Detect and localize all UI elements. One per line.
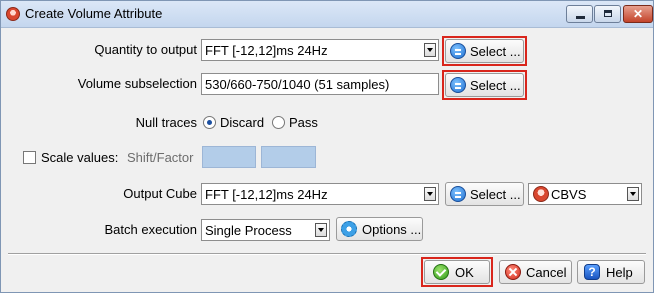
gear-icon xyxy=(341,221,357,237)
cancel-button-label: Cancel xyxy=(526,265,567,280)
volume-value: 530/660-750/1040 (51 samples) xyxy=(205,77,390,92)
survey-select[interactable]: CBVS xyxy=(528,183,642,205)
output-cube-value: FFT [-12,12]ms 24Hz xyxy=(205,187,328,202)
batch-execution-label: Batch execution xyxy=(104,222,197,237)
maximize-icon xyxy=(604,10,612,17)
select-icon xyxy=(450,186,466,202)
checkmark-icon xyxy=(433,264,449,280)
shift-input[interactable] xyxy=(202,146,256,168)
select-icon xyxy=(450,77,466,93)
maximize-button[interactable] xyxy=(594,5,621,23)
factor-input[interactable] xyxy=(261,146,316,168)
output-cube-select-button-label: Select ... xyxy=(470,187,521,202)
chevron-down-icon xyxy=(627,187,639,201)
close-icon: ✕ xyxy=(632,7,644,21)
ok-button[interactable]: OK xyxy=(424,260,490,284)
discard-label: Discard xyxy=(220,115,265,130)
help-icon: ? xyxy=(584,264,600,280)
volume-subselection-field[interactable]: 530/660-750/1040 (51 samples) xyxy=(201,73,439,95)
output-cube-label: Output Cube xyxy=(123,186,197,201)
quantity-label: Quantity to output xyxy=(94,42,197,57)
volume-label: Volume subselection xyxy=(77,76,197,91)
cancel-icon xyxy=(505,264,521,280)
minimize-icon xyxy=(576,16,585,19)
volume-select-button[interactable]: Select ... xyxy=(445,73,524,97)
quantity-select[interactable]: FFT [-12,12]ms 24Hz xyxy=(201,39,439,61)
help-button-label: Help xyxy=(606,265,633,280)
batch-execution-select[interactable]: Single Process xyxy=(201,219,330,241)
null-traces-label: Null traces xyxy=(135,115,197,130)
pass-radio[interactable] xyxy=(272,116,285,129)
cancel-button[interactable]: Cancel xyxy=(499,260,572,284)
scale-values-checkbox[interactable] xyxy=(23,151,36,164)
pass-label: Pass xyxy=(289,115,318,130)
quantity-select-button-label: Select ... xyxy=(470,44,521,59)
close-button[interactable]: ✕ xyxy=(623,5,653,23)
title-bar: Create Volume Attribute ✕ xyxy=(1,1,653,28)
select-icon xyxy=(450,43,466,59)
chevron-down-icon xyxy=(424,187,436,201)
quantity-value: FFT [-12,12]ms 24Hz xyxy=(205,43,328,58)
scale-values-label: Scale values: xyxy=(41,150,119,165)
shift-factor-label: Shift/Factor xyxy=(127,150,194,165)
chevron-down-icon xyxy=(424,43,436,57)
options-button-label: Options ... xyxy=(362,222,422,237)
chevron-down-icon xyxy=(315,223,327,237)
survey-icon xyxy=(533,186,549,202)
minimize-button[interactable] xyxy=(566,5,593,23)
window-title: Create Volume Attribute xyxy=(25,6,163,21)
batch-execution-value: Single Process xyxy=(205,223,292,238)
app-icon xyxy=(6,7,20,21)
ok-button-label: OK xyxy=(455,265,474,280)
create-volume-attribute-dialog: Create Volume Attribute ✕ Quantity to ou… xyxy=(0,0,654,293)
quantity-select-button[interactable]: Select ... xyxy=(445,39,524,63)
volume-select-button-label: Select ... xyxy=(470,78,521,93)
output-cube-select[interactable]: FFT [-12,12]ms 24Hz xyxy=(201,183,439,205)
help-button[interactable]: ? Help xyxy=(577,260,645,284)
discard-radio[interactable] xyxy=(203,116,216,129)
separator xyxy=(8,253,646,255)
survey-value: CBVS xyxy=(551,187,587,202)
options-button[interactable]: Options ... xyxy=(336,217,423,241)
output-cube-select-button[interactable]: Select ... xyxy=(445,182,524,206)
